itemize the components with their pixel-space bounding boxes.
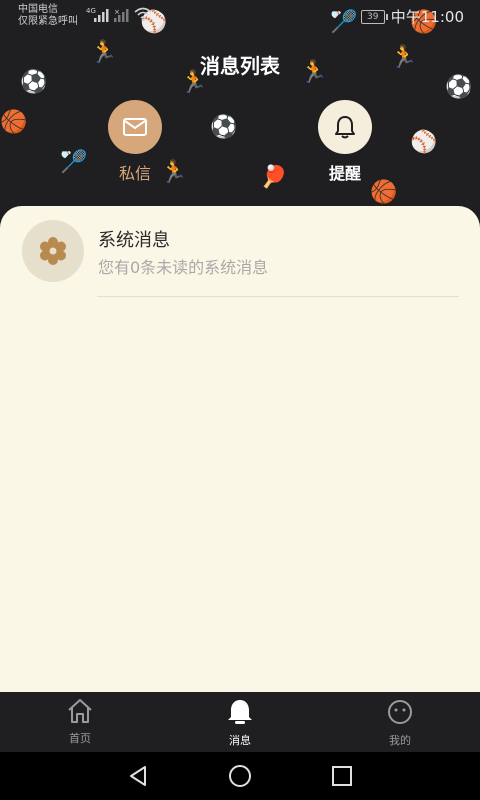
- bell-icon: [318, 100, 372, 154]
- header-background: ⚽ 🏃 ⚾ 🏸 🏀 🏃 ⚽ 🏓 🏃 🏸 🏃 ⚾ ⚽ 🏀 🏃 🏀: [0, 0, 480, 230]
- tab-reminder[interactable]: 提醒: [295, 100, 395, 184]
- tab-private-message[interactable]: 私信: [85, 100, 185, 184]
- tab-private-message-label: 私信: [118, 164, 151, 183]
- back-icon[interactable]: [124, 762, 152, 790]
- tab-home[interactable]: 首页: [40, 698, 120, 746]
- mail-icon: [108, 100, 162, 154]
- carrier-status: 仅限紧急呼叫: [18, 16, 78, 27]
- tab-reminder-label: 提醒: [328, 164, 361, 183]
- decor-icon: 🏓: [260, 165, 288, 190]
- bell-icon: [228, 700, 252, 724]
- smile-icon: [388, 700, 412, 724]
- clock: 中午11:00: [390, 8, 464, 26]
- message-list-panel: 系统消息 您有0条未读的系统消息: [0, 206, 480, 692]
- battery-level: 39: [367, 11, 379, 22]
- divider: [97, 296, 459, 297]
- gear-icon: [22, 220, 84, 282]
- tab-messages-label: 消息: [229, 734, 251, 747]
- message-subtitle: 您有0条未读的系统消息: [98, 258, 269, 277]
- tab-home-label: 首页: [69, 732, 91, 745]
- signal-no-sim-icon: ×: [114, 8, 129, 22]
- page-title: 消息列表: [200, 54, 280, 78]
- system-nav-bar: [0, 752, 480, 800]
- message-title: 系统消息: [98, 230, 170, 251]
- wifi-icon: [134, 7, 152, 22]
- battery-icon: 39: [360, 9, 388, 24]
- decor-icon: ⚾: [410, 130, 438, 155]
- decor-icon: 🏸: [60, 150, 88, 175]
- status-right: 39 中午11:00: [360, 6, 464, 27]
- home-circle-icon[interactable]: [226, 762, 254, 790]
- recent-apps-icon[interactable]: [328, 762, 356, 790]
- carrier-name: 中国电信: [18, 4, 58, 15]
- status-bar: 中国电信 仅限紧急呼叫 4G × 39 中午11:00: [0, 0, 480, 32]
- decor-icon: 🏀: [0, 110, 28, 135]
- decor-icon: ⚽: [210, 115, 238, 140]
- home-icon: [68, 699, 92, 723]
- list-item[interactable]: 系统消息 您有0条未读的系统消息: [22, 220, 458, 298]
- svg-text:×: ×: [114, 8, 120, 16]
- tab-mine-label: 我的: [389, 734, 411, 747]
- carrier-info: 中国电信 仅限紧急呼叫: [18, 4, 78, 28]
- tab-mine[interactable]: 我的: [360, 698, 440, 748]
- bottom-tab-bar: 首页 消息 我的: [0, 692, 480, 752]
- signal-icon: [94, 9, 109, 22]
- tab-messages[interactable]: 消息: [200, 698, 280, 748]
